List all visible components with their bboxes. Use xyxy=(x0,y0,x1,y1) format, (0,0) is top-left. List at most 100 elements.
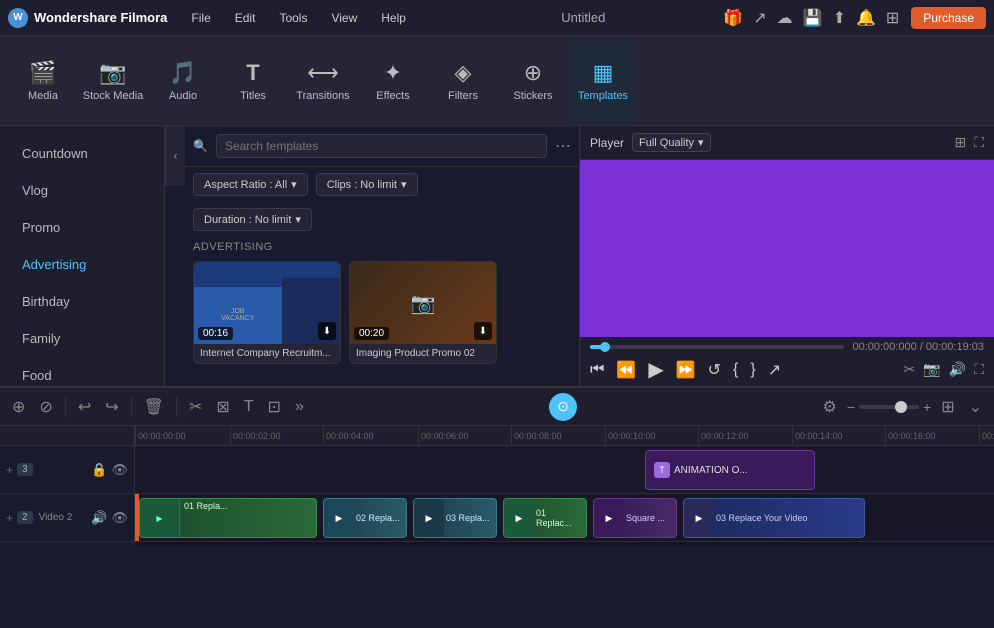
toolbar-media[interactable]: 🎬 Media xyxy=(10,41,76,121)
tracks-area: T ANIMATION O... ▶ xyxy=(135,446,994,542)
timeline-content: + 3 🔒 👁 + 2 Video 2 🔊 👁 00:00 xyxy=(0,426,994,546)
track-content: 00:00:00:00 00:00:02:00 00:00:04:00 00:0… xyxy=(135,426,994,546)
transitions-icon: ⟷ xyxy=(307,60,339,86)
export-icon[interactable]: ⬆ xyxy=(833,8,846,28)
cloud-icon[interactable]: ☁ xyxy=(777,8,793,28)
clip-v2-04[interactable]: ▶ 01 Replac... xyxy=(503,498,587,538)
zoom-slider[interactable] xyxy=(859,405,919,409)
clip-v2-03r-label: 03 Replace Your Video xyxy=(714,513,809,523)
quality-selector[interactable]: Full Quality ▾ xyxy=(632,133,711,152)
sidebar-item-vlog[interactable]: Vlog xyxy=(6,173,158,208)
menu-help[interactable]: Help xyxy=(377,9,410,27)
more-options-icon[interactable]: ⋯ xyxy=(555,136,571,156)
clip-v2-sq[interactable]: ▶ Square ... xyxy=(593,498,677,538)
sidebar-item-birthday[interactable]: Birthday xyxy=(6,284,158,319)
snap-button[interactable]: ⊕ xyxy=(8,393,29,421)
text-button[interactable]: T xyxy=(240,394,258,420)
toolbar-transitions[interactable]: ⟷ Transitions xyxy=(290,41,356,121)
menu-tools[interactable]: Tools xyxy=(275,9,311,27)
toolbar-effects[interactable]: ✦ Effects xyxy=(360,41,426,121)
clip-v2-02[interactable]: ▶ 02 Repla... xyxy=(323,498,407,538)
lock-icon[interactable]: 🔒 xyxy=(91,462,107,478)
step-back-button[interactable]: ⏪ xyxy=(616,360,636,380)
eye-icon-v2[interactable]: 👁 xyxy=(111,510,128,526)
settings-button[interactable]: ⚙ xyxy=(818,393,840,421)
layout-button[interactable]: ⊞ xyxy=(937,393,958,421)
player-controls: 00:00:00:000 / 00:00:19:03 ⏮ ⏪ ▶ ⏩ ↺ { }… xyxy=(580,337,994,386)
toolbar-audio[interactable]: 🎵 Audio xyxy=(150,41,216,121)
volume-icon[interactable]: 🔊 xyxy=(91,510,107,526)
mark-out-button[interactable]: } xyxy=(750,361,755,379)
toolbar-stock-media[interactable]: 📷 Stock Media xyxy=(80,41,146,121)
eye-icon[interactable]: 👁 xyxy=(111,462,128,478)
clip-v2-03r[interactable]: ▶ 03 Replace Your Video xyxy=(683,498,865,538)
logo-icon: W xyxy=(8,8,28,28)
download-icon-1[interactable]: ⬇ xyxy=(318,322,336,340)
progress-track[interactable] xyxy=(590,345,844,349)
duration-filter[interactable]: Duration : No limit ▾ xyxy=(193,208,312,231)
delete-button[interactable]: 🗑 xyxy=(140,393,168,421)
arrow-icon[interactable]: ↗ xyxy=(753,8,766,28)
undo-button[interactable]: ↩ xyxy=(74,393,95,421)
go-start-button[interactable]: ⏮ xyxy=(590,361,604,379)
center-playhead-button[interactable]: ⊙ xyxy=(549,393,577,421)
sidebar-item-family[interactable]: Family xyxy=(6,321,158,356)
toolbar-filters[interactable]: ◈ Filters xyxy=(430,41,496,121)
bell-icon[interactable]: 🔔 xyxy=(856,8,876,28)
loop-button[interactable]: ↺ xyxy=(708,360,721,380)
grid-view-icon[interactable]: ⊞ xyxy=(954,134,966,151)
template-card-1[interactable]: JOBVACANCY 00:16 ⬇ Internet Company Recr… xyxy=(193,261,341,364)
timeline-ruler: 00:00:00:00 00:00:02:00 00:00:04:00 00:0… xyxy=(135,426,994,446)
animation-clip[interactable]: T ANIMATION O... xyxy=(645,450,815,490)
fullscreen-icon[interactable]: ⛶ xyxy=(974,134,984,151)
sidebar-item-advertising[interactable]: Advertising xyxy=(6,247,158,282)
toolbar-divider-3 xyxy=(176,397,177,417)
search-input[interactable] xyxy=(216,134,547,158)
step-forward-button[interactable]: ⏩ xyxy=(676,360,696,380)
clip-v2-03[interactable]: ▶ 03 Repla... xyxy=(413,498,497,538)
sidebar-collapse-button[interactable]: ‹ xyxy=(165,126,185,186)
zoom-thumb[interactable] xyxy=(895,401,907,413)
clip-v2-01[interactable]: ▶ 01 Repla... xyxy=(139,498,317,538)
expand-icon[interactable]: ⛶ xyxy=(974,361,984,378)
cut-button[interactable]: ✂ xyxy=(185,393,206,421)
template-card-2[interactable]: 📷 00:20 ⬇ Imaging Product Promo 02 xyxy=(349,261,497,364)
menu-edit[interactable]: Edit xyxy=(231,9,260,27)
toolbar-titles[interactable]: T Titles xyxy=(220,41,286,121)
redo-button[interactable]: ↪ xyxy=(101,393,122,421)
ruler-mark-9: 00:00:18:00 xyxy=(979,426,994,446)
volume-icon[interactable]: 🔊 xyxy=(949,361,966,378)
gift-icon[interactable]: 🎁 xyxy=(723,8,743,28)
zoom-in-icon[interactable]: + xyxy=(923,399,931,415)
sidebar-item-countdown[interactable]: Countdown xyxy=(6,136,158,171)
grid-icon[interactable]: ⊞ xyxy=(886,8,899,28)
play-button[interactable]: ▶ xyxy=(648,357,663,382)
magnet-button[interactable]: ⊘ xyxy=(35,393,56,421)
cut-icon[interactable]: ✂ xyxy=(904,361,916,378)
purchase-button[interactable]: Purchase xyxy=(911,7,986,29)
collapse-button[interactable]: ⌄ xyxy=(965,393,986,421)
add-track-icon[interactable]: + xyxy=(6,463,13,477)
ruler-mark-4: 00:00:08:00 xyxy=(511,426,562,446)
split-button[interactable]: ⊠ xyxy=(212,393,233,421)
playhead-dot[interactable] xyxy=(600,342,610,352)
zoom-out-icon[interactable]: − xyxy=(847,399,855,415)
save-icon[interactable]: 💾 xyxy=(803,8,823,28)
ruler-spacer xyxy=(0,426,134,446)
crop-button[interactable]: ⊡ xyxy=(264,393,285,421)
export-frame-button[interactable]: ↗ xyxy=(768,360,781,380)
add-track-icon-v2[interactable]: + xyxy=(6,511,13,525)
menu-view[interactable]: View xyxy=(327,9,361,27)
more-button[interactable]: » xyxy=(291,394,308,420)
mark-in-button[interactable]: { xyxy=(733,361,738,379)
toolbar-templates[interactable]: ▦ Templates xyxy=(570,41,636,121)
toolbar-stickers[interactable]: ⊕ Stickers xyxy=(500,41,566,121)
sidebar-item-food[interactable]: Food xyxy=(6,358,158,386)
download-icon-2[interactable]: ⬇ xyxy=(474,322,492,340)
menu-file[interactable]: File xyxy=(187,9,214,27)
clips-filter[interactable]: Clips : No limit ▾ xyxy=(316,173,418,196)
sidebar-item-promo[interactable]: Promo xyxy=(6,210,158,245)
media-icon: 🎬 xyxy=(29,60,56,86)
aspect-ratio-filter[interactable]: Aspect Ratio : All ▾ xyxy=(193,173,308,196)
camera-icon[interactable]: 📷 xyxy=(923,361,940,378)
